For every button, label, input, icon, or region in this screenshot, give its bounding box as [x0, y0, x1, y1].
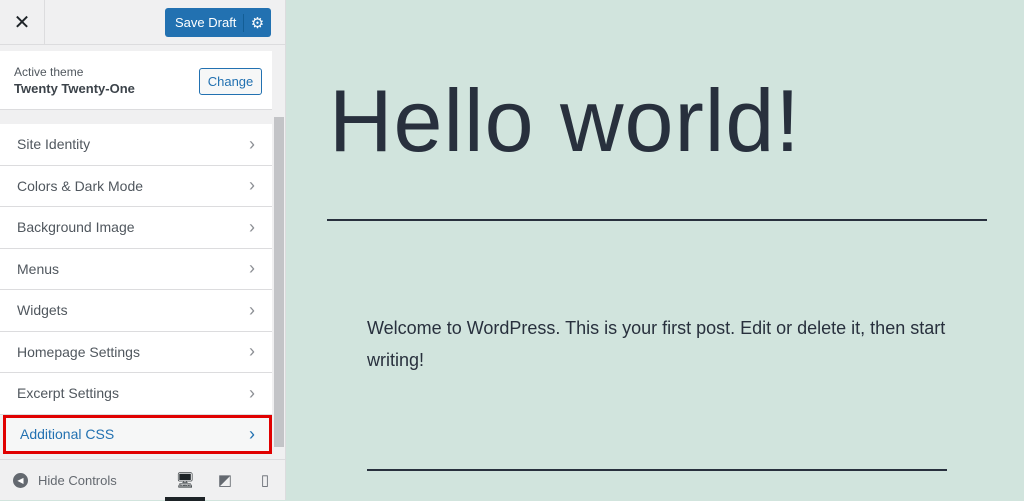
desktop-icon: 🖥 [175, 472, 195, 489]
menu-item-menus[interactable]: Menus › [0, 248, 272, 290]
chevron-right-icon: › [249, 299, 255, 320]
menu-item-label: Colors & Dark Mode [17, 177, 144, 194]
mobile-icon: ▯ [260, 472, 270, 489]
post-title: Hello world! [329, 71, 801, 170]
chevron-right-icon: › [249, 133, 255, 154]
mobile-preview-button[interactable]: ▯ [245, 460, 285, 501]
post-content: Welcome to WordPress. This is your first… [367, 318, 946, 370]
chevron-right-icon: › [249, 341, 255, 362]
divider [367, 469, 947, 471]
chevron-right-icon: › [249, 175, 255, 196]
active-theme-label: Active theme [14, 65, 84, 79]
collapse-icon: ◀ [13, 472, 28, 488]
close-icon[interactable]: ✕ [0, 0, 45, 45]
hide-controls-button[interactable]: ◀ Hide Controls [0, 472, 165, 488]
menu-item-homepage-settings[interactable]: Homepage Settings › [0, 331, 272, 373]
chevron-right-icon: › [249, 258, 255, 279]
save-draft-label[interactable]: Save Draft [165, 15, 243, 30]
desktop-preview-button[interactable]: 🖥 [165, 460, 205, 501]
top-bar: ✕ Save Draft ⚙ [0, 0, 285, 45]
site-preview: Hello world! Welcome to WordPress. This … [287, 0, 1024, 500]
menu-item-excerpt-settings[interactable]: Excerpt Settings › [0, 373, 272, 415]
menu-item-label: Background Image [17, 219, 135, 236]
customizer-sidebar: ✕ Save Draft ⚙ Active theme Twenty Twent… [0, 0, 286, 501]
save-draft-button[interactable]: Save Draft ⚙ [165, 8, 271, 37]
menu-item-label: Homepage Settings [17, 343, 140, 360]
menu-item-widgets[interactable]: Widgets › [0, 290, 272, 332]
menu-item-site-identity[interactable]: Site Identity › [0, 124, 272, 166]
menu-item-label: Excerpt Settings [17, 385, 119, 402]
customizer-menu: Site Identity › Colors & Dark Mode › Backg… [0, 124, 272, 454]
chevron-right-icon: › [249, 382, 255, 403]
active-theme-panel: Active theme Twenty Twenty-One Change [0, 51, 272, 110]
active-theme-name: Twenty Twenty-One [14, 81, 135, 96]
scrollbar[interactable] [274, 117, 284, 447]
hide-controls-label: Hide Controls [38, 472, 117, 488]
footer-bar: ◀ Hide Controls 🖥 ◩ ▯ [0, 459, 286, 501]
menu-item-label: Menus [17, 260, 60, 277]
menu-item-label: Widgets [17, 302, 68, 319]
tablet-preview-button[interactable]: ◩ [205, 460, 245, 501]
chevron-right-icon: › [249, 423, 255, 444]
divider [327, 219, 987, 221]
chevron-right-icon: › [249, 216, 255, 237]
gear-icon[interactable]: ⚙ [243, 13, 271, 32]
menu-item-label: Site Identity [17, 136, 91, 153]
tablet-icon: ◩ [217, 472, 233, 489]
menu-item-label: Additional CSS [20, 426, 115, 442]
menu-item-colors[interactable]: Colors & Dark Mode › [0, 165, 272, 207]
menu-item-background-image[interactable]: Background Image › [0, 207, 272, 249]
change-theme-button[interactable]: Change [199, 68, 262, 95]
menu-item-additional-css[interactable]: Additional CSS › [3, 414, 272, 454]
